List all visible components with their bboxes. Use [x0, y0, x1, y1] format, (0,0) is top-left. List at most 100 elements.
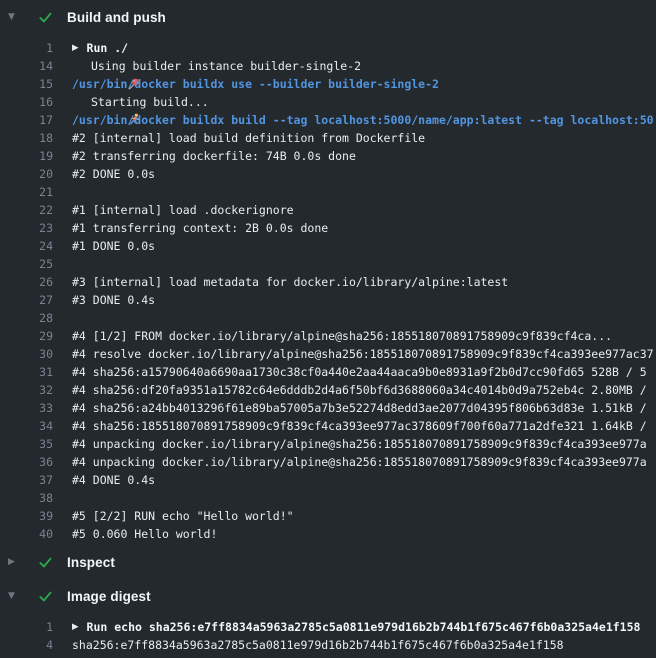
expand-run-icon[interactable]: ▶ [72, 44, 79, 53]
log-line: 1 ▶ Run echo sha256:e7ff8834a5963a2785c5… [0, 618, 656, 636]
line-text: #4 [1/2] FROM docker.io/library/alpine@s… [72, 327, 612, 345]
section-header-image-digest[interactable]: ▼ Image digest [0, 579, 656, 613]
line-content: ▶ #2 [internal] load build definition fr… [72, 129, 425, 147]
actions-log-panel: ▼ Build and push 1 ▶ [0, 0, 656, 658]
line-text: #4 sha256:a24bb4013296f61e89ba57005a7b3e… [72, 399, 647, 417]
runner-icon [72, 95, 86, 109]
line-number[interactable]: 39 [0, 507, 53, 525]
line-content: ▶ #4 sha256:185518070891758909c9f839cf4c… [72, 417, 647, 435]
line-text: #4 DONE 0.4s [72, 471, 155, 489]
line-content: ▶ #4 unpacking docker.io/library/alpine@… [72, 453, 647, 471]
line-number[interactable]: 36 [0, 453, 53, 471]
line-content: ▶ #4 sha256:df20fa9351a15782c64e6dddb2d4… [72, 381, 647, 399]
line-number[interactable]: 16 [0, 93, 53, 111]
line-text: #5 [2/2] RUN echo "Hello world!" [72, 507, 294, 525]
section-toggle-icon[interactable]: ▶ [8, 558, 22, 567]
line-content: ▶ #5 [2/2] RUN echo "Hello world!" [72, 507, 294, 525]
line-text: #4 sha256:185518070891758909c9f839cf4ca3… [72, 417, 647, 435]
line-text: #5 0.060 Hello world! [72, 525, 217, 543]
log-line: 19 ▶ #2 transferring dockerfile: 74B 0.0… [0, 147, 656, 165]
line-text: #4 sha256:df20fa9351a15782c64e6dddb2d4a6… [72, 381, 647, 399]
log-line: 18 ▶ #2 [internal] load build definition… [0, 129, 656, 147]
section-title: Image digest [67, 589, 151, 604]
line-content: ▶ #4 sha256:a24bb4013296f61e89ba57005a7b… [72, 399, 647, 417]
log-section-image-digest: ▼ Image digest 1 ▶ [0, 579, 656, 656]
section-log-lines: 1 ▶ Run ./ 14 ▶ [0, 34, 656, 545]
log-line: 34 ▶ #4 sha256:185518070891758909c9f839c… [0, 417, 656, 435]
line-text: #2 transferring dockerfile: 74B 0.0s don… [72, 147, 356, 165]
line-content: ▶ Using builder instance builder-single-… [72, 57, 361, 75]
line-number[interactable]: 1 [0, 618, 53, 636]
line-number[interactable]: 37 [0, 471, 53, 489]
line-number[interactable]: 28 [0, 309, 53, 327]
line-number[interactable]: 20 [0, 165, 53, 183]
line-number[interactable]: 30 [0, 345, 53, 363]
line-number[interactable]: 33 [0, 399, 53, 417]
log-line: 1 ▶ Run ./ [0, 39, 656, 57]
line-number[interactable]: 15 [0, 75, 53, 93]
line-number[interactable]: 31 [0, 363, 53, 381]
line-number[interactable]: 4 [0, 636, 53, 654]
line-number[interactable]: 32 [0, 381, 53, 399]
log-line: 15 ▶ /usr/bin/docker buildx use --builde… [0, 75, 656, 93]
line-content: ▶ #4 sha256:a15790640a6690aa1730c38cf0a4… [72, 363, 647, 381]
line-number[interactable]: 14 [0, 57, 53, 75]
line-number[interactable]: 1 [0, 39, 53, 57]
log-line: 25 ▶ [0, 255, 656, 273]
section-header-build-and-push[interactable]: ▼ Build and push [0, 0, 656, 34]
line-number[interactable]: 19 [0, 147, 53, 165]
log-line: 17 ▶ /usr/bin/docker buildx build --tag … [0, 111, 656, 129]
line-text: Run echo sha256:e7ff8834a5963a2785c5a081… [87, 618, 641, 636]
line-number[interactable]: 24 [0, 237, 53, 255]
log-line: 40 ▶ #5 0.060 Hello world! [0, 525, 656, 543]
line-content: ▶ #4 DONE 0.4s [72, 471, 155, 489]
line-text: Starting build... [91, 93, 209, 111]
log-line: 22 ▶ #1 [internal] load .dockerignore [0, 201, 656, 219]
log-line: 21 ▶ [0, 183, 656, 201]
log-line: 33 ▶ #4 sha256:a24bb4013296f61e89ba57005… [0, 399, 656, 417]
line-number[interactable]: 34 [0, 417, 53, 435]
line-text: #3 [internal] load metadata for docker.i… [72, 273, 508, 291]
line-number[interactable]: 27 [0, 291, 53, 309]
log-line: 30 ▶ #4 resolve docker.io/library/alpine… [0, 345, 656, 363]
line-content: ▶ Run ./ [72, 39, 128, 57]
line-content: ▶ #1 transferring context: 2B 0.0s done [72, 219, 328, 237]
section-title: Inspect [67, 555, 115, 570]
line-number[interactable]: 29 [0, 327, 53, 345]
line-text: #4 unpacking docker.io/library/alpine@sh… [72, 453, 647, 471]
line-number[interactable]: 40 [0, 525, 53, 543]
line-number[interactable]: 17 [0, 111, 53, 129]
expand-run-icon[interactable]: ▶ [72, 623, 79, 632]
line-content: ▶ #3 [internal] load metadata for docker… [72, 273, 508, 291]
check-success-icon [38, 555, 53, 570]
line-content: ▶ #4 [1/2] FROM docker.io/library/alpine… [72, 327, 612, 345]
line-content: ▶ #4 unpacking docker.io/library/alpine@… [72, 435, 647, 453]
line-number[interactable]: 23 [0, 219, 53, 237]
line-content: ▶ #3 DONE 0.4s [72, 291, 155, 309]
line-content: ▶ #1 DONE 0.0s [72, 237, 155, 255]
line-text: #4 sha256:a15790640a6690aa1730c38cf0a440… [72, 363, 647, 381]
line-text: #1 DONE 0.0s [72, 237, 155, 255]
line-number[interactable]: 26 [0, 273, 53, 291]
line-text: #2 DONE 0.0s [72, 165, 155, 183]
line-content: ▶ #2 DONE 0.0s [72, 165, 155, 183]
section-toggle-icon[interactable]: ▼ [8, 592, 22, 601]
line-number[interactable]: 35 [0, 435, 53, 453]
line-number[interactable]: 18 [0, 129, 53, 147]
line-content: ▶ #1 [internal] load .dockerignore [72, 201, 294, 219]
section-toggle-icon[interactable]: ▼ [8, 13, 22, 22]
pushpin-icon [72, 59, 86, 73]
section-header-inspect[interactable]: ▶ Inspect [0, 545, 656, 579]
line-number[interactable]: 22 [0, 201, 53, 219]
line-number[interactable]: 25 [0, 255, 53, 273]
line-text: Using builder instance builder-single-2 [91, 57, 361, 75]
check-success-icon [38, 10, 53, 25]
log-line: 4 ▶ sha256:e7ff8834a5963a2785c5a0811e979… [0, 636, 656, 654]
log-line: 23 ▶ #1 transferring context: 2B 0.0s do… [0, 219, 656, 237]
line-number[interactable]: 38 [0, 489, 53, 507]
log-line: 36 ▶ #4 unpacking docker.io/library/alpi… [0, 453, 656, 471]
log-line: 39 ▶ #5 [2/2] RUN echo "Hello world!" [0, 507, 656, 525]
line-number[interactable]: 21 [0, 183, 53, 201]
log-line: 37 ▶ #4 DONE 0.4s [0, 471, 656, 489]
section-title: Build and push [67, 10, 166, 25]
